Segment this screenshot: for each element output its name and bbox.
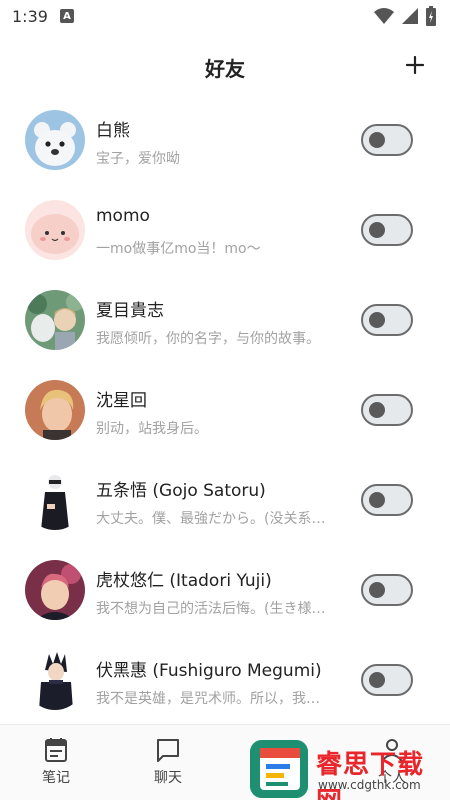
friend-row[interactable]: 白熊 宝子，爱你呦: [0, 96, 450, 186]
friend-signature: 我不想为自己的活法后悔。(生き様…: [96, 601, 326, 617]
watermark-url: www.cdgthk.com: [318, 778, 421, 792]
friend-signature: 大丈夫。僕、最強だから。(没关系…: [96, 511, 326, 527]
friend-row[interactable]: 五条悟 (Gojo Satoru) 大丈夫。僕、最強だから。(没关系…: [0, 456, 450, 546]
signal-icon: [402, 8, 418, 24]
friend-toggle[interactable]: [361, 214, 413, 246]
gojo-avatar: [25, 470, 85, 530]
friend-row[interactable]: 伏黑惠 (Fushiguro Megumi) 我不是英雄，是咒术师。所以，我…: [0, 636, 450, 726]
itadori-avatar: [25, 560, 85, 620]
toggle-knob: [369, 132, 385, 148]
friend-list: 白熊 宝子，爱你呦 momo 一mo做事亿mo当！mo～ 夏目貴志 我愿倾听，你…: [0, 96, 450, 726]
friend-row[interactable]: momo 一mo做事亿mo当！mo～: [0, 186, 450, 276]
friend-toggle[interactable]: [361, 394, 413, 426]
toggle-knob: [369, 672, 385, 688]
friend-toggle[interactable]: [361, 484, 413, 516]
status-icons: [374, 6, 436, 26]
wifi-icon: [374, 8, 394, 24]
friend-toggle[interactable]: [361, 124, 413, 156]
toggle-knob: [369, 222, 385, 238]
battery-icon: [426, 6, 436, 26]
friend-name: 伏黑惠 (Fushiguro Megumi): [96, 661, 322, 681]
watermark-logo: [250, 740, 308, 798]
status-bar: 1:39 A: [0, 0, 450, 32]
nav-label-notes: 笔记: [42, 770, 70, 786]
nav-label-chat: 聊天: [154, 770, 182, 786]
toggle-knob: [369, 402, 385, 418]
friend-name: 夏目貴志: [96, 301, 164, 321]
toggle-knob: [369, 492, 385, 508]
friend-signature: 宝子，爱你呦: [96, 151, 180, 167]
megumi-avatar: [25, 650, 85, 710]
friend-row[interactable]: 夏目貴志 我愿倾听，你的名字，与你的故事。: [0, 276, 450, 366]
friend-signature: 我不是英雄，是咒术师。所以，我…: [96, 691, 320, 707]
notebook-icon: [45, 738, 67, 762]
plus-icon: [406, 56, 424, 74]
friend-name: 沈星回: [96, 391, 147, 411]
toggle-knob: [369, 582, 385, 598]
friend-name: 五条悟 (Gojo Satoru): [96, 481, 266, 501]
friend-toggle[interactable]: [361, 664, 413, 696]
nav-item-notes[interactable]: 笔记: [26, 737, 86, 787]
friend-toggle[interactable]: [361, 574, 413, 606]
nav-item-chat[interactable]: 聊天: [138, 737, 198, 787]
friend-signature: 别动，站我身后。: [96, 421, 208, 437]
friend-signature: 我愿倾听，你的名字，与你的故事。: [96, 331, 320, 347]
notification-letter-icon: A: [59, 9, 74, 23]
toggle-knob: [369, 312, 385, 328]
friend-name: 虎杖悠仁 (Itadori Yuji): [96, 571, 272, 591]
page-title: 好友: [205, 56, 245, 81]
natsume-avatar: [25, 290, 85, 350]
blonde-man-avatar: [25, 380, 85, 440]
status-time: 1:39: [12, 6, 48, 26]
friend-row[interactable]: 沈星回 别动，站我身后。: [0, 366, 450, 456]
friend-name: momo: [96, 206, 150, 226]
pink-blob-avatar: [25, 200, 85, 260]
site-watermark: 睿思下载网 www.cdgthk.com: [250, 738, 450, 800]
header: 好友: [0, 44, 450, 90]
polar-bear-avatar: [25, 110, 85, 170]
add-friend-button[interactable]: [400, 50, 430, 80]
friend-toggle[interactable]: [361, 304, 413, 336]
friend-signature: 一mo做事亿mo当！mo～: [96, 241, 261, 257]
chat-bubble-icon: [157, 739, 179, 762]
friend-name: 白熊: [96, 121, 130, 141]
friend-row[interactable]: 虎杖悠仁 (Itadori Yuji) 我不想为自己的活法后悔。(生き様…: [0, 546, 450, 636]
